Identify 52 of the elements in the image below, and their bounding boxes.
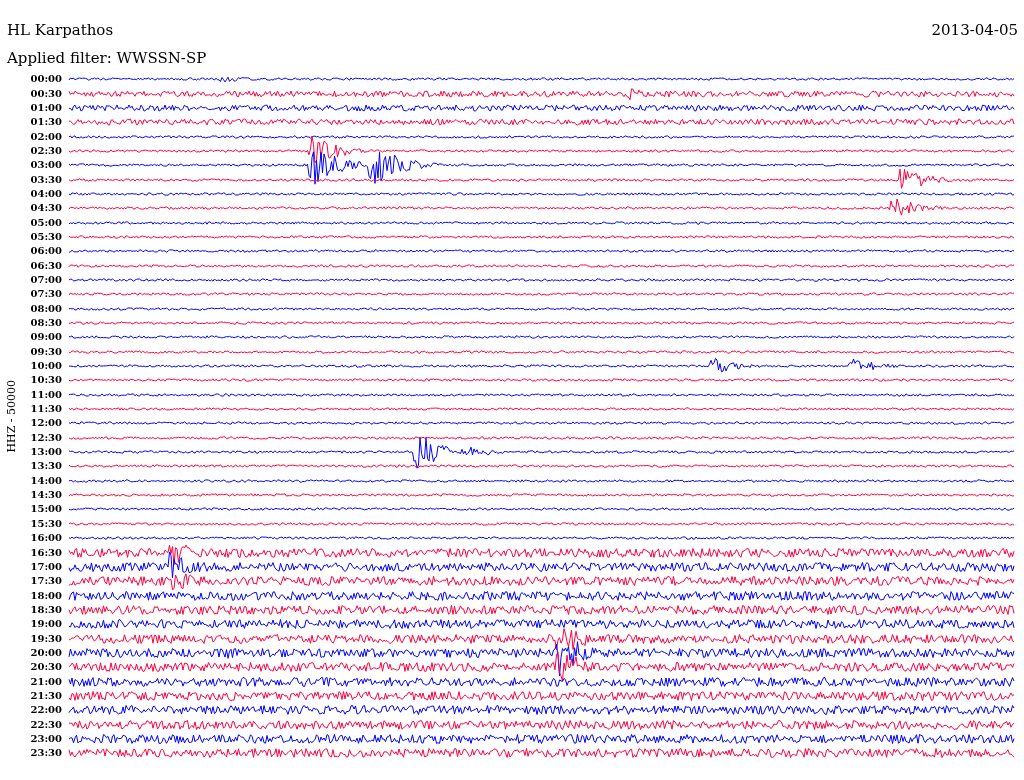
time-label: 10:00 (29, 360, 63, 373)
time-label: 13:30 (29, 460, 63, 473)
record-date: 2013-04-05 (931, 20, 1018, 41)
time-label: 18:00 (29, 589, 63, 602)
time-label: 19:30 (29, 632, 63, 645)
time-label: 03:00 (29, 159, 63, 172)
time-label: 00:30 (29, 87, 63, 100)
time-label: 13:00 (29, 446, 63, 459)
station-name: HL Karpathos (7, 20, 114, 41)
time-label: 01:30 (29, 116, 63, 129)
time-label: 18:30 (29, 603, 63, 616)
time-label: 07:30 (29, 288, 63, 301)
time-label: 08:00 (29, 302, 63, 315)
time-label: 19:00 (29, 618, 63, 631)
time-label: 09:00 (29, 331, 63, 344)
time-label: 14:00 (29, 474, 63, 487)
time-label: 17:30 (29, 575, 63, 588)
time-label: 23:00 (29, 733, 63, 745)
time-label: 23:30 (29, 747, 63, 760)
filter-label: Applied filter: WWSSN-SP (7, 49, 207, 67)
time-label: 12:00 (29, 417, 63, 430)
time-label: 21:00 (29, 675, 63, 688)
time-label: 10:30 (29, 374, 63, 387)
time-label: 20:00 (29, 646, 63, 659)
time-label: 02:30 (29, 144, 63, 157)
time-label: 05:30 (29, 230, 63, 243)
time-label: 12:30 (29, 431, 63, 444)
time-label: 00:00 (29, 73, 63, 86)
time-label: 07:00 (29, 274, 63, 286)
time-label: 20:30 (29, 661, 63, 674)
time-label: 17:00 (29, 560, 63, 573)
time-label: 06:00 (29, 245, 63, 258)
time-label: 04:00 (29, 187, 63, 200)
time-label: 22:30 (29, 718, 63, 731)
time-label: 09:30 (29, 345, 63, 358)
time-label: 22:00 (29, 704, 63, 717)
time-label: 08:30 (29, 317, 63, 329)
time-label: 15:30 (29, 517, 63, 530)
time-label: 03:30 (29, 173, 63, 186)
time-label: 02:00 (29, 130, 63, 143)
time-label: 05:00 (29, 216, 63, 229)
time-label: 16:30 (29, 546, 63, 559)
time-label: 11:30 (29, 403, 63, 416)
time-label: 04:30 (29, 202, 63, 215)
time-label: 15:00 (29, 503, 63, 516)
time-label: 01:00 (29, 101, 63, 114)
channel-label: HHZ - 50000 (4, 380, 18, 453)
time-label: 21:30 (29, 689, 63, 702)
time-label: 16:00 (29, 532, 63, 545)
time-label: 11:00 (29, 388, 63, 401)
time-label: 14:30 (29, 489, 63, 502)
time-label: 06:30 (29, 259, 63, 272)
